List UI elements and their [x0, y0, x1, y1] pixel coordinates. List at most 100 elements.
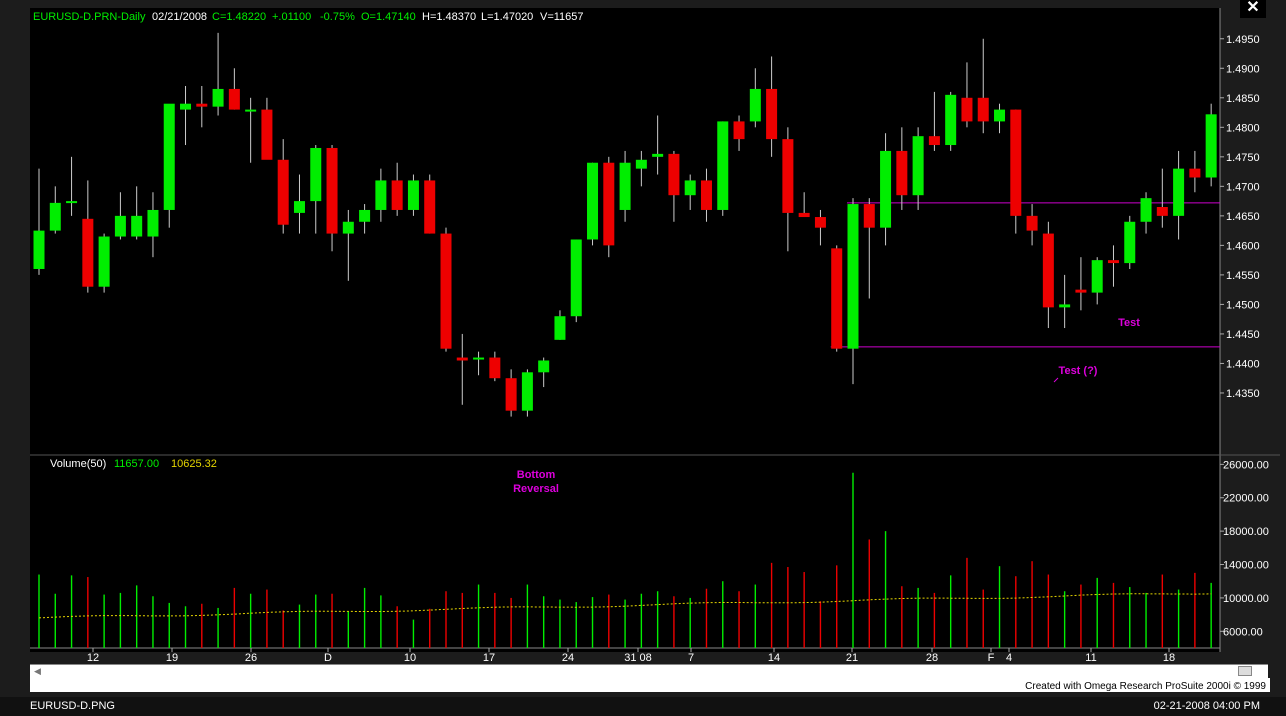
- candle-body: [1042, 233, 1054, 308]
- high-label: H=1.48370: [422, 11, 477, 23]
- time-tick-label: 10: [404, 652, 416, 664]
- candle-body: [652, 153, 664, 157]
- candle-body: [896, 150, 908, 196]
- candle-body: [847, 204, 859, 349]
- file-name: EURUSD-D.PNG: [30, 700, 115, 712]
- candle-body: [635, 159, 647, 169]
- volume-tick-label: 10000.00: [1223, 593, 1269, 605]
- volume-header-label: V=11657: [540, 11, 584, 23]
- candle-body: [82, 218, 94, 287]
- candle-body: [912, 136, 924, 196]
- candle-body: [570, 239, 582, 317]
- time-tick-label: 31 08: [624, 652, 652, 664]
- candle-body: [733, 121, 745, 140]
- open-label: O=1.47140: [361, 11, 416, 23]
- change-label: +.01100: [272, 11, 312, 23]
- price-tick-label: 1.4700: [1226, 181, 1260, 193]
- candle-body: [1140, 198, 1152, 222]
- date-label: 02/21/2008: [152, 11, 208, 23]
- candle-body: [326, 147, 338, 234]
- time-tick-label: 17: [483, 652, 495, 664]
- candle-body: [554, 316, 566, 340]
- status-time: 02-21-2008 04:00 PM: [1153, 700, 1260, 712]
- scrollbar-thumb[interactable]: [1238, 666, 1252, 676]
- candle-body: [538, 360, 550, 373]
- candle-body: [521, 372, 533, 411]
- candle-body: [391, 180, 403, 210]
- candle-body: [1026, 215, 1038, 231]
- time-tick-label: 28: [926, 652, 938, 664]
- credit-text: Created with Omega Research ProSuite 200…: [1025, 681, 1266, 692]
- volume-tick-label: 6000.00: [1223, 626, 1263, 638]
- candle-body: [1091, 260, 1103, 293]
- time-tick-label: 7: [688, 652, 694, 664]
- time-tick-label: 19: [166, 652, 178, 664]
- price-tick-label: 1.4600: [1226, 240, 1260, 252]
- candle-body: [1156, 207, 1168, 216]
- price-tick-label: 1.4900: [1226, 63, 1260, 75]
- time-tick-label: 24: [562, 652, 574, 664]
- candle-body: [131, 215, 143, 237]
- price-tick-label: 1.4750: [1226, 152, 1260, 164]
- candle-body: [147, 209, 159, 237]
- candle-body: [489, 357, 501, 379]
- candle-body: [766, 88, 778, 140]
- candle-body: [1059, 304, 1071, 308]
- horizontal-scrollbar[interactable]: [30, 664, 1268, 678]
- candle-body: [228, 88, 240, 110]
- annotation-test-question: Test (?): [1059, 365, 1098, 377]
- candle-body: [717, 121, 729, 210]
- candle-body: [863, 204, 875, 228]
- candle-body: [277, 159, 289, 225]
- time-tick-label: 11: [1085, 652, 1096, 664]
- annotation-reversal: Reversal: [513, 483, 559, 495]
- pct-label: -0.75%: [320, 11, 355, 23]
- price-tick-label: 1.4350: [1226, 388, 1260, 400]
- candle-body: [66, 201, 78, 204]
- candle-body: [114, 215, 126, 237]
- candle-body: [684, 180, 696, 196]
- close-button[interactable]: ✕: [1240, 0, 1266, 18]
- volume-tick-label: 14000.00: [1223, 560, 1269, 572]
- time-tick-label: 18: [1163, 652, 1175, 664]
- scroll-left-arrow-icon[interactable]: ◀: [34, 666, 42, 676]
- candle-body: [798, 212, 810, 218]
- price-tick-label: 1.4800: [1226, 122, 1260, 134]
- time-tick-label: 4: [1006, 652, 1012, 664]
- volume-tick-label: 22000.00: [1223, 493, 1269, 505]
- candle-body: [1124, 221, 1136, 264]
- candle-body: [928, 136, 940, 146]
- low-label: L=1.47020: [481, 11, 534, 23]
- candle-body: [407, 180, 419, 210]
- candle-body: [293, 201, 305, 213]
- candle-body: [163, 103, 175, 210]
- candle-body: [196, 103, 208, 107]
- time-tick-label: 26: [245, 652, 257, 664]
- candle-body: [98, 236, 110, 287]
- candle-body: [945, 94, 957, 146]
- candle-body: [212, 88, 224, 107]
- candle-body: [375, 180, 387, 210]
- candle-body: [1189, 168, 1201, 178]
- time-tick-label: F: [988, 652, 995, 664]
- candle-body: [831, 248, 843, 349]
- candle-body: [668, 153, 680, 196]
- candle-body: [700, 180, 712, 210]
- candle-body: [814, 217, 826, 228]
- candle-body: [994, 109, 1006, 122]
- candle-body: [782, 139, 794, 213]
- candle-body: [505, 378, 517, 411]
- symbol-label: EURUSD-D.PRN-Daily: [33, 11, 146, 23]
- price-tick-label: 1.4500: [1226, 299, 1260, 311]
- price-tick-label: 1.4400: [1226, 358, 1260, 370]
- time-tick-label: 12: [87, 652, 99, 664]
- candle-body: [424, 180, 436, 234]
- candle-body: [49, 202, 61, 231]
- candle-body: [1173, 168, 1185, 216]
- candle-body: [880, 150, 892, 228]
- price-tick-label: 1.4950: [1226, 34, 1260, 46]
- candle-body: [961, 97, 973, 122]
- status-bar: [0, 697, 1286, 716]
- annotation-bottom: Bottom: [517, 469, 556, 481]
- close-label: C=1.48220: [212, 11, 267, 23]
